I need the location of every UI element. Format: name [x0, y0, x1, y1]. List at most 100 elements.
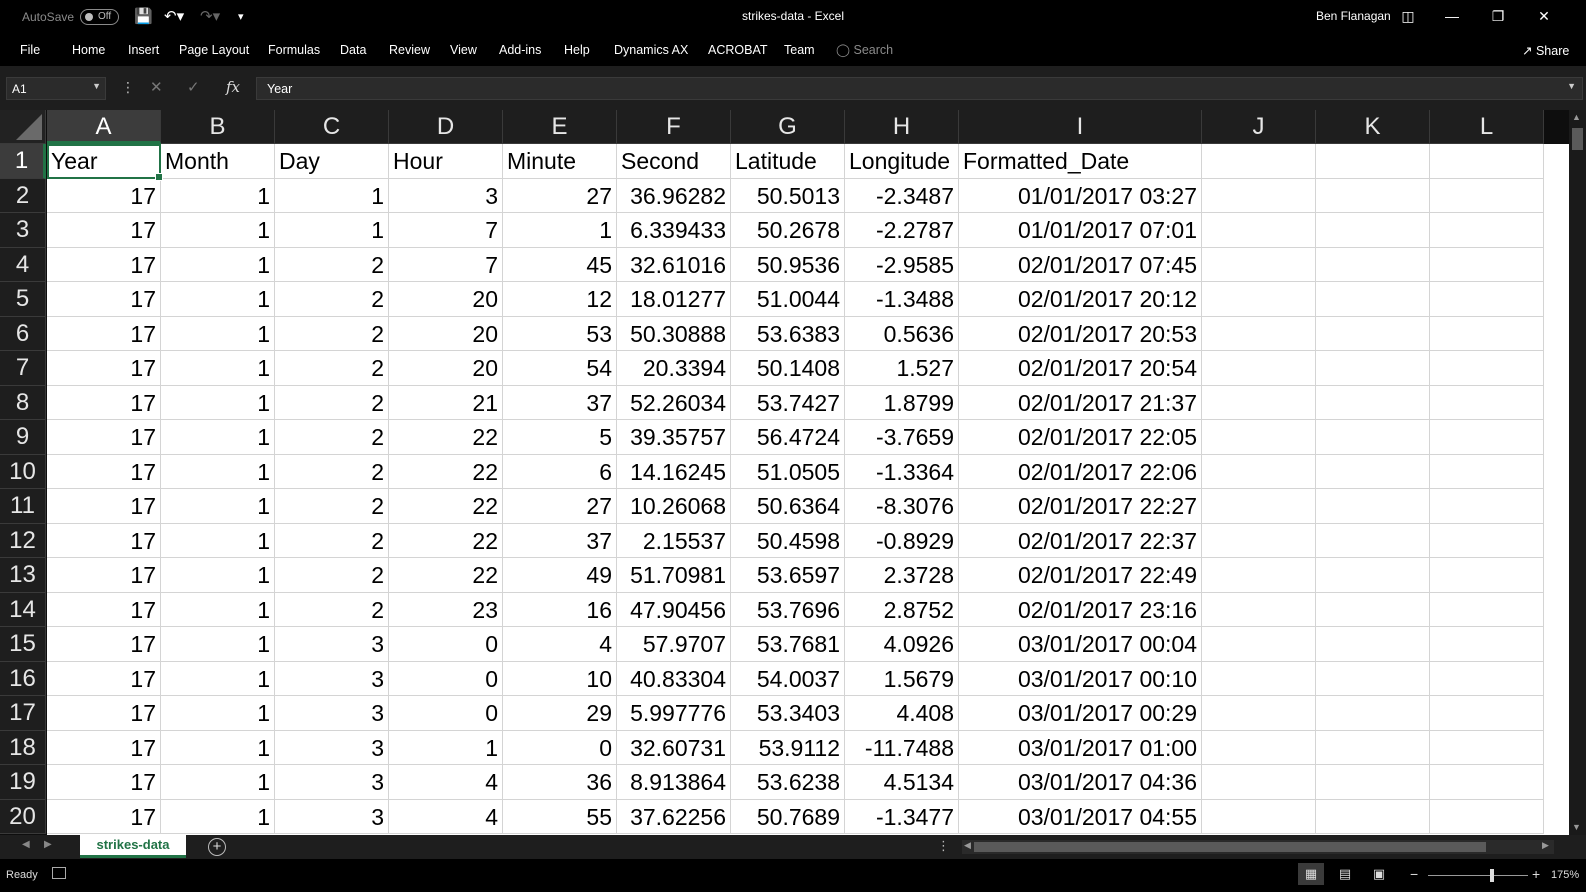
cell-e8[interactable]: 37 [503, 385, 617, 420]
cell-d9[interactable]: 22 [389, 420, 503, 455]
cell-k19[interactable] [1316, 765, 1430, 800]
zoom-level[interactable]: 175% [1551, 869, 1579, 881]
cell-d11[interactable]: 22 [389, 489, 503, 524]
cell-k12[interactable] [1316, 523, 1430, 558]
cell-d8[interactable]: 21 [389, 385, 503, 420]
cell-f7[interactable]: 20.3394 [617, 351, 731, 386]
cell-b10[interactable]: 1 [161, 454, 275, 489]
cell-f10[interactable]: 14.16245 [617, 454, 731, 489]
tab-dynamics-ax[interactable]: Dynamics AX [614, 43, 688, 57]
cell-e12[interactable]: 37 [503, 523, 617, 558]
cell-g5[interactable]: 51.0044 [731, 282, 845, 317]
vertical-scrollbar[interactable]: ▲ ▼ [1569, 110, 1586, 844]
row-header-13[interactable]: 13 [0, 558, 46, 593]
cell-j8[interactable] [1202, 385, 1316, 420]
cell-b11[interactable]: 1 [161, 489, 275, 524]
horizontal-scroll-thumb[interactable] [974, 842, 1486, 852]
undo-icon[interactable]: ↶▾ [164, 8, 184, 26]
row-header-16[interactable]: 16 [0, 661, 46, 696]
cell-i7[interactable]: 02/01/2017 20:54 [959, 351, 1202, 386]
scroll-right-icon[interactable]: ▶ [1542, 840, 1549, 851]
ribbon-search[interactable]: ◯ Search [836, 42, 893, 57]
worksheet-grid[interactable]: Year Month Day Hour Minute Second Latitude Long… [0, 110, 1586, 844]
cell-h7[interactable]: 1.527 [845, 351, 959, 386]
cell-k7[interactable] [1316, 351, 1430, 386]
cell-l9[interactable] [1430, 420, 1544, 455]
cell-l15[interactable] [1430, 627, 1544, 662]
tab-acrobat[interactable]: ACROBAT [708, 43, 768, 57]
cell-a19[interactable]: 17 [47, 765, 161, 800]
cell-f5[interactable]: 18.01277 [617, 282, 731, 317]
cell-f4[interactable]: 32.61016 [617, 247, 731, 282]
cell-j13[interactable] [1202, 558, 1316, 593]
scroll-down-icon[interactable]: ▼ [1572, 822, 1581, 832]
tab-home[interactable]: Home [72, 43, 105, 57]
row-header-18[interactable]: 18 [0, 730, 46, 765]
cell-k5[interactable] [1316, 282, 1430, 317]
cell-d20[interactable]: 4 [389, 799, 503, 834]
cell-d15[interactable]: 0 [389, 627, 503, 662]
column-header-i[interactable]: I [959, 110, 1202, 144]
cell-a1[interactable]: Year [47, 144, 161, 179]
cell-g1[interactable]: Latitude [731, 144, 845, 179]
cell-h18[interactable]: -11.7488 [845, 730, 959, 765]
cell-i1[interactable]: Formatted_Date [959, 144, 1202, 179]
cell-k6[interactable] [1316, 316, 1430, 351]
cell-b7[interactable]: 1 [161, 351, 275, 386]
cell-h11[interactable]: -8.3076 [845, 489, 959, 524]
cell-e7[interactable]: 54 [503, 351, 617, 386]
cell-i5[interactable]: 02/01/2017 20:12 [959, 282, 1202, 317]
cell-a20[interactable]: 17 [47, 799, 161, 834]
column-header-j[interactable]: J [1202, 110, 1316, 144]
cell-c3[interactable]: 1 [275, 213, 389, 248]
cell-e1[interactable]: Minute [503, 144, 617, 179]
cell-a8[interactable]: 17 [47, 385, 161, 420]
row-header-1[interactable]: 1 [0, 144, 46, 179]
cell-g17[interactable]: 53.3403 [731, 696, 845, 731]
cell-e6[interactable]: 53 [503, 316, 617, 351]
cell-a15[interactable]: 17 [47, 627, 161, 662]
cell-i14[interactable]: 02/01/2017 23:16 [959, 592, 1202, 627]
cell-a5[interactable]: 17 [47, 282, 161, 317]
cell-g14[interactable]: 53.7696 [731, 592, 845, 627]
cell-c19[interactable]: 3 [275, 765, 389, 800]
cell-h6[interactable]: 0.5636 [845, 316, 959, 351]
cell-j7[interactable] [1202, 351, 1316, 386]
page-break-preview-icon[interactable]: ▣ [1366, 863, 1392, 885]
cell-e11[interactable]: 27 [503, 489, 617, 524]
cell-k17[interactable] [1316, 696, 1430, 731]
cell-c7[interactable]: 2 [275, 351, 389, 386]
cell-j14[interactable] [1202, 592, 1316, 627]
cell-d2[interactable]: 3 [389, 178, 503, 213]
cell-b3[interactable]: 1 [161, 213, 275, 248]
sheet-tab-strikes-data[interactable]: strikes-data [80, 835, 186, 858]
vertical-scroll-thumb[interactable] [1572, 128, 1583, 150]
cell-c12[interactable]: 2 [275, 523, 389, 558]
cell-e19[interactable]: 36 [503, 765, 617, 800]
cell-k13[interactable] [1316, 558, 1430, 593]
cell-d7[interactable]: 20 [389, 351, 503, 386]
cell-c16[interactable]: 3 [275, 661, 389, 696]
chevron-down-icon[interactable]: ▼ [92, 81, 101, 91]
cell-b16[interactable]: 1 [161, 661, 275, 696]
cell-e14[interactable]: 16 [503, 592, 617, 627]
cell-f1[interactable]: Second [617, 144, 731, 179]
horizontal-scrollbar[interactable]: ◀ ▶ [962, 840, 1554, 854]
cell-d6[interactable]: 20 [389, 316, 503, 351]
tab-insert[interactable]: Insert [128, 43, 159, 57]
cell-l10[interactable] [1430, 454, 1544, 489]
cell-f18[interactable]: 32.60731 [617, 730, 731, 765]
cell-g20[interactable]: 50.7689 [731, 799, 845, 834]
cell-i17[interactable]: 03/01/2017 00:29 [959, 696, 1202, 731]
column-header-d[interactable]: D [389, 110, 503, 144]
row-header-12[interactable]: 12 [0, 523, 46, 558]
column-header-h[interactable]: H [845, 110, 959, 144]
cell-c18[interactable]: 3 [275, 730, 389, 765]
formula-input[interactable]: Year ▼ [256, 77, 1583, 100]
cell-j16[interactable] [1202, 661, 1316, 696]
zoom-in-icon[interactable]: + [1532, 866, 1540, 882]
row-header-6[interactable]: 6 [0, 316, 46, 351]
cell-g10[interactable]: 51.0505 [731, 454, 845, 489]
cell-i2[interactable]: 01/01/2017 03:27 [959, 178, 1202, 213]
cell-a16[interactable]: 17 [47, 661, 161, 696]
